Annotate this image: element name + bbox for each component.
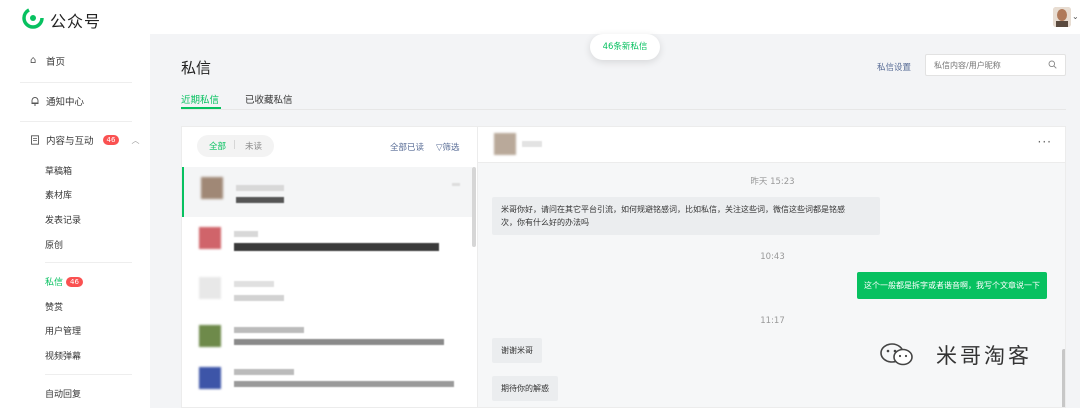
segment-separator: | [233,140,236,150]
search-icon[interactable] [1048,60,1057,72]
list-item[interactable] [182,217,472,267]
page-title: 私信 [181,59,212,77]
more-options-button[interactable]: ··· [1038,135,1052,149]
blurred-name [234,369,294,375]
blurred-preview [236,197,284,203]
sidebar-item-label: 通知中心 [46,97,85,108]
messages-badge: 46 [66,277,83,287]
tab-favorites[interactable]: 已收藏私信 [245,92,293,106]
divider [45,262,132,263]
brand-name[interactable]: 公众号 [50,8,101,32]
sidebar-item-content[interactable]: 内容与互动 46 ︿ [30,133,139,147]
search-input[interactable] [934,55,1044,75]
document-icon [30,135,40,145]
sidebar: ⌂ 首页 通知中心 内容与互动 46 ︿ 草稿箱 素材库 发表记录 原创 私信 4… [0,34,150,408]
blurred-preview [234,339,444,345]
avatar [201,177,223,199]
sidebar-item-original[interactable]: 原创 [45,238,63,251]
avatar [199,325,221,347]
avatar[interactable] [494,133,516,155]
content-badge: 46 [102,135,120,145]
avatar [199,367,221,389]
new-messages-pill[interactable]: 46条新私信 [590,34,660,60]
sidebar-item-users[interactable]: 用户管理 [45,324,81,337]
logo-icon[interactable] [22,7,44,29]
tabs-divider [181,109,1066,110]
chevron-down-icon[interactable]: ⌄ [1072,12,1079,21]
conversation-scrollbar[interactable] [1062,349,1065,407]
sidebar-item-published[interactable]: 发表记录 [45,213,81,226]
sidebar-item-rewards[interactable]: 赞赏 [45,300,63,313]
user-avatar[interactable] [1053,7,1071,27]
search-box[interactable] [925,54,1066,76]
conversation-header: ··· [478,127,1065,163]
watermark-text: 米哥淘客 [936,344,1032,368]
incoming-message: 谢谢米哥 [492,338,542,363]
sidebar-item-messages[interactable]: 私信 46 [45,275,83,288]
active-tab-indicator [181,107,221,109]
divider [20,121,132,122]
sidebar-item-drafts[interactable]: 草稿箱 [45,164,72,177]
home-icon: ⌂ [30,55,37,66]
mark-all-read-button[interactable]: 全部已读 [390,141,424,153]
top-bar: 公众号 ⌄ [0,0,1080,34]
incoming-message: 期待你的解惑 [492,376,558,401]
tab-recent[interactable]: 近期私信 [181,92,219,106]
blurred-preview [234,295,284,301]
blurred-name [522,141,542,147]
wechat-icon [880,343,913,366]
list-item[interactable] [182,267,472,317]
sidebar-item-label: 内容与互动 [46,136,94,147]
message-time: 昨天 15:23 [750,177,795,187]
avatar [199,227,221,249]
list-item[interactable] [182,367,472,407]
message-time: 11:17 [760,316,785,326]
outgoing-message: 这个一般都是拆字或者谐音啊，我写个文章说一下 [857,272,1047,299]
divider [20,82,132,83]
message-time: 10:43 [760,252,785,262]
sidebar-item-notifications[interactable]: 通知中心 [30,94,84,108]
message-settings-link[interactable]: 私信设置 [877,61,911,73]
blurred-name [236,185,284,191]
list-item[interactable] [182,317,472,367]
sidebar-item-auto-reply[interactable]: 自动回复 [45,387,81,400]
blurred-name [234,327,304,333]
sidebar-item-label: 私信 [45,278,64,288]
message-list-panel: 全部 | 未读 全部已读 ▽筛选 [181,126,477,408]
blurred-time [452,183,460,186]
filter-label: 筛选 [442,143,460,153]
blurred-preview [234,381,454,387]
filter-all-button[interactable]: 全部 [209,140,226,152]
list-scrollbar[interactable] [472,167,476,247]
avatar [199,277,221,299]
sidebar-item-danmaku[interactable]: 视频弹幕 [45,349,81,362]
incoming-message: 米哥你好，请问在其它平台引流，如何规避铭感词，比如私信，关注这些词，微信这些词都… [492,197,880,235]
chevron-up-icon[interactable]: ︿ [131,135,139,146]
blurred-name [234,231,258,237]
divider [45,374,132,375]
blurred-name [234,281,274,287]
filter-unread-button[interactable]: 未读 [245,140,262,152]
sidebar-item-label: 首页 [46,57,66,68]
filter-button[interactable]: ▽筛选 [436,141,460,153]
list-item[interactable] [182,167,472,217]
blurred-preview [234,243,439,251]
sidebar-item-home[interactable]: ⌂ 首页 [30,54,66,69]
bell-icon [30,96,40,106]
sidebar-item-materials[interactable]: 素材库 [45,188,72,201]
read-filter-segment: 全部 | 未读 [197,135,274,157]
